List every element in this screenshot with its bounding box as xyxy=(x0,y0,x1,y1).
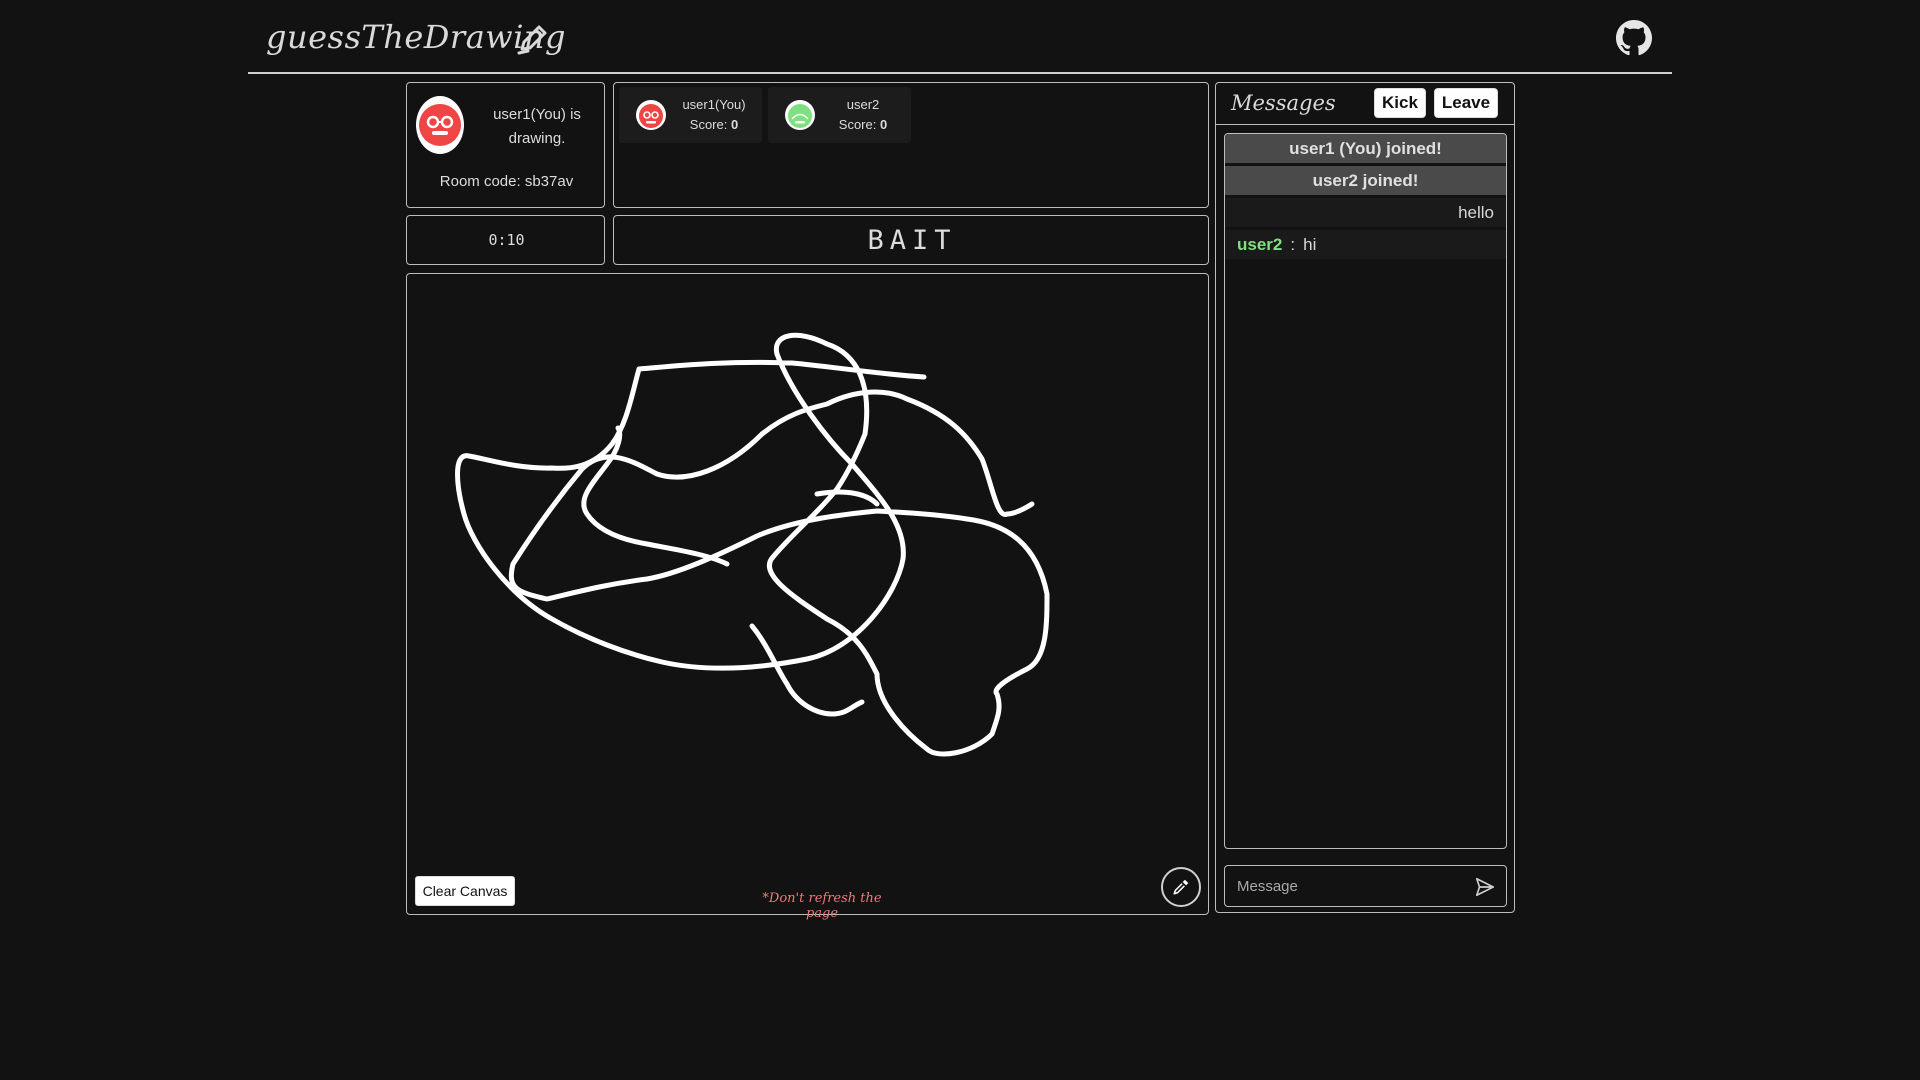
word-display: BAIT xyxy=(867,225,957,256)
drawer-avatar xyxy=(416,96,464,154)
message-list[interactable]: user1 (You) joined! user2 joined! hello … xyxy=(1224,133,1507,849)
system-message: user1 (You) joined! xyxy=(1225,134,1506,163)
github-icon[interactable] xyxy=(1616,20,1652,56)
timer-panel: 0:10 xyxy=(406,215,605,265)
own-message: hello xyxy=(1225,198,1506,227)
drawing-canvas[interactable] xyxy=(407,274,1208,914)
player-name: user2 xyxy=(846,97,880,112)
send-icon[interactable] xyxy=(1474,876,1496,898)
app-header: guessTheDrawing xyxy=(248,0,1672,74)
timer: 0:10 xyxy=(488,231,525,249)
avatar xyxy=(785,100,815,130)
player-card-user1: user1(You) Score: 0 xyxy=(619,87,762,143)
color-picker-button[interactable] xyxy=(1161,867,1201,907)
messages-header: Messages Kick Leave xyxy=(1216,83,1514,125)
drawing-canvas-panel: Clear Canvas *Don't refresh the page xyxy=(406,273,1209,921)
avatar xyxy=(636,100,666,130)
chat-username: user2 xyxy=(1237,235,1283,254)
word-panel: BAIT xyxy=(613,215,1209,265)
players-panel: user1(You) Score: 0 user2 Score: 0 xyxy=(613,82,1209,208)
chat-separator: : xyxy=(1290,235,1296,254)
player-name: user1(You) xyxy=(682,97,746,112)
player-score: Score: 0 xyxy=(689,117,739,132)
message-input-box xyxy=(1224,865,1507,907)
refresh-warning: *Don't refresh the page xyxy=(762,891,882,921)
message-input[interactable] xyxy=(1225,866,1455,906)
drawer-info-panel: user1(You) is drawing. Room code: sb37av xyxy=(406,82,605,208)
pencil-icon xyxy=(517,25,547,55)
eyedropper-icon xyxy=(1173,879,1189,895)
room-code: Room code: sb37av xyxy=(439,173,574,190)
drawer-status: user1(You) is drawing. xyxy=(493,106,581,147)
system-message: user2 joined! xyxy=(1225,166,1506,195)
messages-panel: Messages Kick Leave user1 (You) joined! … xyxy=(1215,82,1515,913)
clear-canvas-button[interactable]: Clear Canvas xyxy=(415,876,515,906)
chat-message: user2: hi xyxy=(1225,230,1506,259)
player-card-user2: user2 Score: 0 xyxy=(768,87,911,143)
chat-text: hi xyxy=(1303,235,1317,254)
kick-button[interactable]: Kick xyxy=(1374,88,1426,118)
player-score: Score: 0 xyxy=(838,117,888,132)
messages-title: Messages xyxy=(1231,91,1336,115)
leave-button[interactable]: Leave xyxy=(1434,88,1498,118)
